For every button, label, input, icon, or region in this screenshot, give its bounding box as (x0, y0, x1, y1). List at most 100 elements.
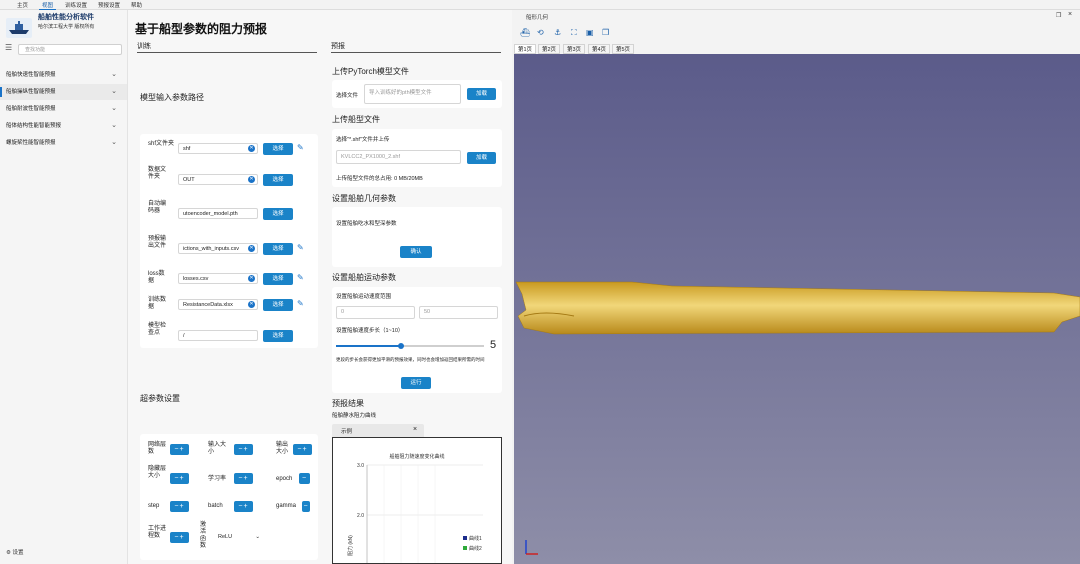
close-icon[interactable]: × (1068, 11, 1072, 18)
speed-max-input[interactable]: 50 (419, 306, 498, 319)
train-header: 训练 (137, 41, 317, 53)
sidebar-item-speed[interactable]: 船舶快速性智能预报 ⌄ (0, 67, 127, 83)
step-stepper[interactable]: −+ (170, 501, 189, 512)
layers-stepper[interactable]: −+ (170, 444, 189, 455)
sidebar-item-structure[interactable]: 船体结构性能智能预报 ⌄ (0, 118, 127, 134)
autoencoder-input[interactable]: utoencoder_model.pth (178, 208, 258, 219)
sidebar-item-propeller[interactable]: 螺旋桨性能智能预报 ⌄ (0, 135, 127, 151)
workers-stepper[interactable]: −+ (170, 532, 189, 543)
hp-label-layers: 网络层数 (148, 442, 167, 455)
run-button[interactable]: 运行 (401, 377, 431, 389)
confirm-button[interactable]: 确认 (400, 246, 432, 258)
menu-train-settings[interactable]: 训练设置 (62, 1, 90, 9)
select-button-checkpoint[interactable]: 选择 (263, 330, 293, 342)
predict-header: 预报 (331, 41, 501, 53)
step-slider-track[interactable] (336, 343, 484, 349)
sidebar-item-maneuver[interactable]: 船舶操纵性智能预报 ⌄ (0, 84, 127, 100)
chevron-down-icon: ⌄ (111, 88, 117, 95)
hidden-stepper[interactable]: −+ (170, 473, 189, 484)
sidebar-item-label: 船舶快速性智能预报 (6, 72, 56, 78)
speed-range-label: 设置船舶运动速度范围 (336, 294, 392, 300)
edit-icon[interactable]: ✎ (297, 143, 304, 152)
y-axis-label: 阻力 (kN) (347, 535, 354, 556)
checkpoint-input[interactable]: / (178, 330, 258, 341)
batch-stepper[interactable]: −+ (234, 501, 253, 512)
clear-icon[interactable]: ✕ (248, 301, 255, 308)
hull-total-value: 0 MB/20MB (394, 176, 423, 182)
geom-title: 设置船舶几何参数 (332, 194, 396, 203)
settings-button[interactable]: ⚙ 设置 (6, 548, 23, 556)
data-folder-input[interactable]: OUT (178, 174, 258, 185)
field-label-autoencoder: 自动编码器 (148, 201, 167, 214)
tab-page-4[interactable]: 第4页 (588, 44, 611, 54)
gear-icon: ⚙ (6, 550, 11, 556)
speed-min-input[interactable]: 0 (336, 306, 415, 319)
shf-hint: 选择"*.shf"文件并上传 (336, 137, 390, 143)
input-size-stepper[interactable]: −+ (234, 444, 253, 455)
tab-page-3[interactable]: 第3页 (563, 44, 586, 54)
box-icon[interactable]: ▣ (586, 28, 594, 37)
menu-predict-settings[interactable]: 预报设置 (95, 1, 123, 9)
sidebar-item-label: 船体结构性能智能预报 (6, 123, 62, 129)
select-button-shf[interactable]: 选择 (263, 143, 293, 155)
output-file-input[interactable]: ictions_with_inputs.csv (178, 243, 258, 254)
tab-page-5[interactable]: 第5页 (612, 44, 635, 54)
app-title: 船舶性能分析软件 (38, 14, 94, 21)
app-subtitle: 哈尔滨工程大学 版权所有 (38, 24, 95, 30)
fit-icon[interactable]: ⛶ (571, 28, 577, 38)
gamma-stepper[interactable]: − (302, 501, 310, 512)
select-button-loss[interactable]: 选择 (263, 273, 293, 285)
output-size-stepper[interactable]: −+ (293, 444, 312, 455)
menu-help[interactable]: 帮助 (128, 1, 145, 9)
hp-label-output-size: 输出大小 (276, 442, 289, 455)
clear-icon[interactable]: ✕ (248, 245, 255, 252)
clear-icon[interactable]: ✕ (248, 145, 255, 152)
chevron-down-icon: ⌄ (111, 139, 117, 146)
tab-page-2[interactable]: 第2页 (538, 44, 561, 54)
field-label-shf: shf文件夹 (148, 141, 175, 147)
hamburger-menu-icon[interactable]: ☰ (5, 43, 12, 52)
close-icon[interactable]: × (413, 426, 417, 433)
sidebar-item-seakeeping[interactable]: 船舶耐波性智能预报 ⌄ (0, 101, 127, 117)
shf-folder-input[interactable]: shf (178, 143, 258, 154)
clear-icon[interactable]: ✕ (248, 275, 255, 282)
activation-select[interactable]: ReLU ⌄ (214, 532, 264, 543)
chevron-down-icon: ⌄ (111, 122, 117, 129)
select-button-data[interactable]: 选择 (263, 174, 293, 186)
edit-icon[interactable]: ✎ (297, 243, 304, 252)
settings-label: 设置 (12, 550, 24, 556)
edit-icon[interactable]: ✎ (297, 299, 304, 308)
restore-icon[interactable]: ❐ (1056, 12, 1061, 19)
search-input[interactable]: 查找功能 (18, 44, 122, 55)
epoch-stepper[interactable]: − (299, 473, 310, 484)
cube-icon[interactable]: ❒ (602, 28, 609, 37)
rotate-icon[interactable]: ⟲ (537, 28, 544, 37)
hp-label-batch: batch (208, 503, 223, 509)
viewer-title: 船形几何 (526, 15, 549, 21)
result-title: 预报结果 (332, 399, 364, 408)
menu-home[interactable]: 主页 (14, 1, 31, 9)
load-hull-button[interactable]: 加载 (467, 152, 496, 164)
load-model-button[interactable]: 加载 (467, 88, 496, 100)
select-button-output[interactable]: 选择 (263, 243, 293, 255)
input-paths-title: 模型输入参数路径 (140, 93, 204, 102)
page-title: 基于船型参数的阻力预报 (135, 22, 268, 36)
tab-page-1[interactable]: 第1页 (514, 44, 537, 54)
field-label-output: 预报输出文件 (148, 236, 167, 249)
hull-total: 上传船型文件的总占用: 0 MB/20MB (336, 176, 423, 182)
shf-file-input[interactable]: KVLCC2_PX1000_2.shf (336, 150, 461, 164)
lr-stepper[interactable]: −+ (234, 473, 253, 484)
select-button-train[interactable]: 选择 (263, 299, 293, 311)
example-tab[interactable]: 示例 × (332, 424, 424, 437)
edit-icon[interactable]: ✎ (297, 273, 304, 282)
clear-icon[interactable]: ✕ (248, 176, 255, 183)
ship-view-icon[interactable]: ⚓ (554, 28, 561, 37)
train-data-input[interactable]: ResistanceData.xlsx (178, 299, 258, 310)
3d-viewport[interactable] (514, 54, 1080, 564)
ship-icon[interactable]: ⛴ (520, 28, 530, 37)
loss-file-input[interactable]: losses.csv (178, 273, 258, 284)
ship-logo-icon (6, 18, 32, 38)
field-label-train: 训练数据 (148, 297, 167, 310)
select-button-autoencoder[interactable]: 选择 (263, 208, 293, 220)
pth-file-input[interactable]: 导入训练好的pth模型文件 (364, 84, 461, 104)
